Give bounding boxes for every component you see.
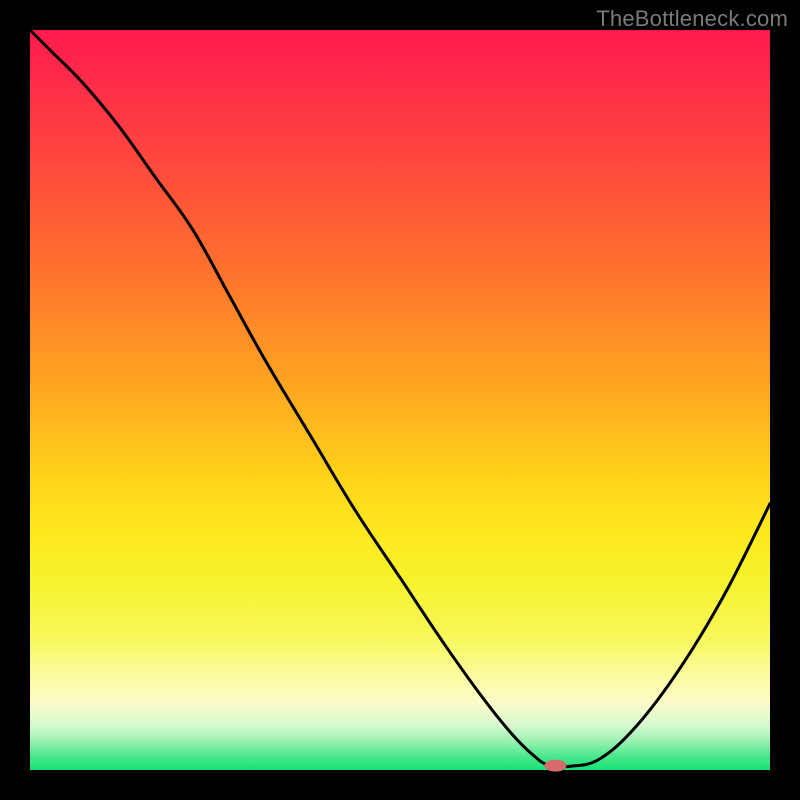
optimum-marker bbox=[544, 760, 566, 772]
bottleneck-curve bbox=[30, 30, 770, 767]
chart-overlay bbox=[30, 30, 770, 770]
watermark-text: TheBottleneck.com bbox=[596, 6, 788, 32]
plot-area bbox=[30, 30, 770, 770]
chart-stage: TheBottleneck.com bbox=[0, 0, 800, 800]
